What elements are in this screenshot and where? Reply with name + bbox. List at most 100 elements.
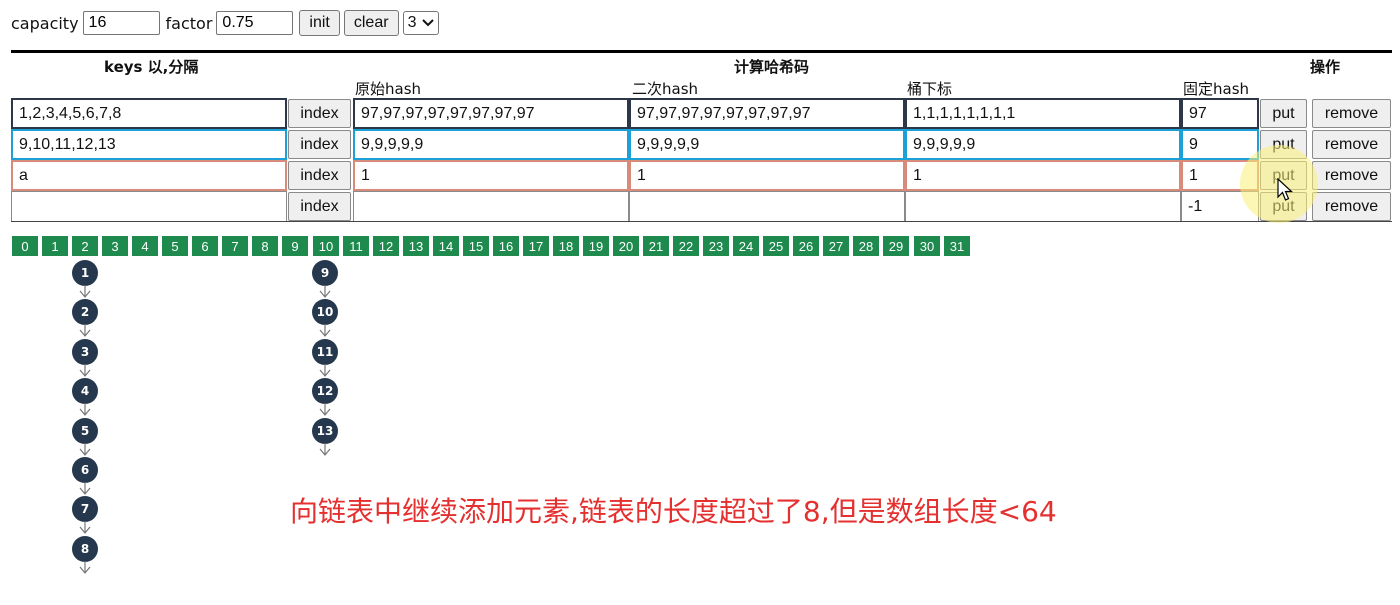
mode-select[interactable]: 3 xyxy=(402,11,440,35)
chevron-down-icon xyxy=(422,19,435,27)
table-row: 1,2,3,4,5,6,7,8 97,97,97,97,97,97,97,97 97… xyxy=(11,98,1392,129)
bucket-cell: 17 xyxy=(523,236,549,256)
bucket-cell: 9 xyxy=(282,236,308,256)
bucket-cell: 3 xyxy=(102,236,128,256)
put-button[interactable]: put xyxy=(1260,99,1307,128)
orig-hash-field[interactable]: 1 xyxy=(353,160,629,191)
init-button[interactable]: init xyxy=(299,10,340,36)
bucket-cell: 11 xyxy=(343,236,369,256)
chain-arrow-icon xyxy=(79,363,91,377)
annotation-caption: 向链表中继续添加元素,链表的长度超过了8,但是数组长度<64 xyxy=(290,495,1057,528)
second-hash-subheader: 二次hash xyxy=(632,80,699,98)
fixed-hash-input[interactable]: 9 xyxy=(1181,129,1259,160)
chain-arrow-icon xyxy=(79,560,91,574)
chain-arrow-icon xyxy=(79,442,91,456)
chain-node: 9 xyxy=(312,260,338,286)
bucket-cell: 30 xyxy=(914,236,940,256)
second-hash-field[interactable] xyxy=(629,191,905,222)
toolbar: capacity factor init clear 3 xyxy=(11,9,440,37)
capacity-label: capacity xyxy=(11,13,79,33)
bucket-index-field[interactable]: 1,1,1,1,1,1,1,1 xyxy=(905,98,1181,129)
bucket-index-subheader: 桶下标 xyxy=(907,80,953,98)
bucket-cell: 2 xyxy=(72,236,98,256)
chain-node: 11 xyxy=(312,338,338,365)
chain-arrow-icon xyxy=(79,521,91,535)
chain-arrow-icon xyxy=(319,285,331,298)
table-row: 9,10,11,12,13 9,9,9,9,9 9,9,9,9,9 9,9,9,9,9… xyxy=(11,129,1392,160)
bucket-cell: 31 xyxy=(944,236,970,256)
remove-button[interactable]: remove xyxy=(1312,99,1391,128)
chain-node: 6 xyxy=(72,457,98,483)
bucket-index-field[interactable]: 9,9,9,9,9 xyxy=(905,129,1181,160)
chain-node: 8 xyxy=(72,535,98,562)
orig-hash-field[interactable]: 9,9,9,9,9 xyxy=(353,129,629,160)
bucket-cell: 13 xyxy=(403,236,429,256)
keys-input[interactable]: a xyxy=(11,160,287,191)
fixed-hash-subheader: 固定hash xyxy=(1183,80,1250,98)
bucket-cell: 22 xyxy=(673,236,699,256)
chain-arrow-icon xyxy=(79,482,91,495)
chain-arrow-icon xyxy=(79,324,91,338)
bucket-cell: 18 xyxy=(553,236,579,256)
keys-input[interactable]: 1,2,3,4,5,6,7,8 xyxy=(11,98,287,129)
second-hash-field[interactable]: 97,97,97,97,97,97,97,97 xyxy=(629,98,905,129)
index-button[interactable]: index xyxy=(288,161,351,190)
second-hash-field[interactable]: 1 xyxy=(629,160,905,191)
bucket-cell: 20 xyxy=(613,236,639,256)
keys-header: keys 以,分隔 xyxy=(104,58,199,76)
bucket-index-field[interactable] xyxy=(905,191,1181,222)
bucket-index-field[interactable]: 1 xyxy=(905,160,1181,191)
bucket-cell: 7 xyxy=(222,236,248,256)
chain-node: 4 xyxy=(72,378,98,405)
bucket-cell: 10 xyxy=(313,236,339,256)
keys-input[interactable]: 9,10,11,12,13 xyxy=(11,129,287,160)
index-button[interactable]: index xyxy=(288,192,351,221)
remove-button[interactable]: remove xyxy=(1312,130,1391,159)
table-bottom-border xyxy=(11,221,1392,222)
bucket-cell: 14 xyxy=(433,236,459,256)
factor-label: factor xyxy=(165,13,213,33)
index-button[interactable]: index xyxy=(288,99,351,128)
remove-button[interactable]: remove xyxy=(1312,161,1391,190)
chain-node: 2 xyxy=(72,299,98,326)
clear-button[interactable]: clear xyxy=(343,10,399,36)
chain-node: 10 xyxy=(312,299,338,326)
bucket-cell: 16 xyxy=(493,236,519,256)
chain-node: 3 xyxy=(72,338,98,365)
chain-arrow-icon xyxy=(319,324,331,338)
compute-header: 计算哈希码 xyxy=(734,58,810,76)
orig-hash-subheader: 原始hash xyxy=(355,80,422,98)
bucket-cell: 27 xyxy=(823,236,849,256)
keys-input[interactable] xyxy=(11,191,287,222)
table-top-border xyxy=(11,50,1392,53)
fixed-hash-input[interactable]: 97 xyxy=(1181,98,1259,129)
bucket-cell: 19 xyxy=(583,236,609,256)
chain-node: 13 xyxy=(312,417,338,444)
bucket-cell: 5 xyxy=(162,236,188,256)
table-row: -1indexputremove xyxy=(11,191,1392,222)
bucket-cell: 26 xyxy=(793,236,819,256)
mouse-cursor-icon xyxy=(1277,178,1293,201)
ops-header: 操作 xyxy=(1310,58,1341,76)
chain-arrow-icon xyxy=(79,403,91,417)
bucket-cell: 12 xyxy=(373,236,399,256)
remove-button[interactable]: remove xyxy=(1312,192,1391,221)
chain-arrow-icon xyxy=(79,285,91,298)
chain-arrow-icon xyxy=(319,363,331,377)
capacity-input[interactable] xyxy=(82,11,160,35)
bucket-cell: 21 xyxy=(643,236,669,256)
mode-select-value: 3 xyxy=(407,14,417,31)
table-row: a1111indexputremove xyxy=(11,160,1392,191)
bucket-cell: 15 xyxy=(463,236,489,256)
bucket-cell: 29 xyxy=(883,236,909,256)
chain-node: 7 xyxy=(72,496,98,523)
chain-node: 5 xyxy=(72,417,98,444)
orig-hash-field[interactable] xyxy=(353,191,629,222)
bucket-cell: 0 xyxy=(12,236,38,256)
factor-input[interactable] xyxy=(216,11,294,35)
orig-hash-field[interactable]: 97,97,97,97,97,97,97,97 xyxy=(353,98,629,129)
second-hash-field[interactable]: 9,9,9,9,9 xyxy=(629,129,905,160)
bucket-cell: 8 xyxy=(252,236,278,256)
bucket-cell: 28 xyxy=(853,236,879,256)
index-button[interactable]: index xyxy=(288,130,351,159)
